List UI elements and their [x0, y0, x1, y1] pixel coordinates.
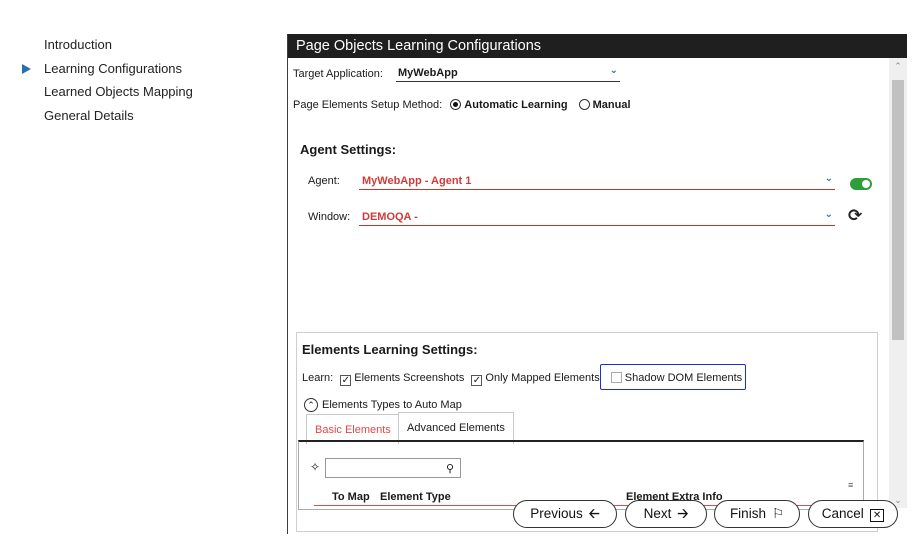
elements-screenshots-label[interactable]: Elements Screenshots	[354, 372, 464, 384]
configuration-panel: Page Objects Learning Configurations Tar…	[287, 34, 907, 534]
automatic-learning-radio[interactable]	[450, 99, 462, 110]
annotation-highlight	[600, 364, 746, 390]
only-mapped-elements-label[interactable]: Only Mapped Elements	[485, 372, 599, 384]
grid-menu-icon[interactable]: ≡	[848, 480, 853, 490]
automatic-learning-label[interactable]: Automatic Learning	[464, 99, 567, 111]
target-app-label: Target Application:	[293, 68, 383, 80]
nav-item-label: General Details	[44, 108, 134, 123]
nav-item-introduction[interactable]: Introduction	[0, 34, 280, 56]
agent-dropdown[interactable]: MyWebApp - Agent 1 ⌄	[359, 172, 835, 190]
setup-method-row: Page Elements Setup Method: Automatic Le…	[293, 99, 631, 111]
search-icon: ⚲	[445, 463, 454, 475]
chevron-down-icon: ⌄	[824, 173, 833, 184]
refresh-icon[interactable]: ⟳	[848, 206, 862, 226]
nav-item-general-details[interactable]: General Details	[0, 105, 280, 127]
window-label: Window:	[308, 211, 351, 223]
close-icon: ✕	[869, 509, 885, 522]
scrollbar-thumb[interactable]	[892, 80, 904, 340]
grid-header-to-map[interactable]: To Map	[332, 491, 370, 503]
nav-item-learning-configurations[interactable]: Learning Configurations	[0, 58, 280, 80]
previous-label: Previous	[530, 506, 583, 521]
collapse-chevron-icon[interactable]: ⌃	[304, 398, 318, 412]
cancel-button[interactable]: Cancel ✕	[808, 500, 898, 528]
chevron-down-icon: ⌄	[824, 209, 833, 220]
agent-settings-title: Agent Settings:	[300, 142, 397, 157]
scroll-up-icon[interactable]: ⌃	[889, 58, 907, 74]
arrow-left-icon: 🡠	[588, 506, 600, 521]
next-label: Next	[643, 506, 672, 521]
current-step-arrow-icon	[22, 64, 31, 74]
checkered-flag-icon: ⚐	[771, 506, 785, 521]
window-value: DEMOQA -	[362, 211, 418, 223]
cancel-label: Cancel	[821, 506, 864, 521]
elements-screenshots-checkbox[interactable]: ✓	[340, 375, 352, 386]
previous-button[interactable]: Previous 🡠	[513, 500, 617, 528]
panel-title: Page Objects Learning Configurations	[288, 34, 907, 58]
nav-item-label: Learned Objects Mapping	[44, 84, 193, 99]
search-input[interactable]: ⚲	[325, 458, 461, 478]
nav-item-label: Learning Configurations	[44, 61, 183, 76]
learn-label: Learn:	[302, 372, 334, 384]
finish-label: Finish	[729, 506, 766, 521]
nav-item-label: Introduction	[44, 37, 112, 52]
auto-map-row[interactable]: ⌃ Elements Types to Auto Map	[304, 398, 462, 412]
agent-value: MyWebApp - Agent 1	[362, 175, 472, 187]
finish-button[interactable]: Finish ⚐	[714, 500, 800, 528]
elements-learning-title: Elements Learning Settings:	[302, 342, 478, 357]
target-app-value: MyWebApp	[398, 67, 458, 79]
nav-item-learned-objects-mapping[interactable]: Learned Objects Mapping	[0, 81, 280, 103]
chevron-down-icon: ⌄	[609, 65, 618, 76]
manual-label[interactable]: Manual	[593, 99, 631, 111]
next-button[interactable]: Next 🡢	[625, 500, 707, 528]
only-mapped-elements-checkbox[interactable]: ✓	[471, 375, 483, 386]
vertical-scrollbar[interactable]: ⌃ ⌄	[889, 58, 907, 508]
grid-header-element-type[interactable]: Element Type	[380, 491, 451, 503]
arrow-right-icon: 🡢	[677, 506, 689, 521]
window-dropdown[interactable]: DEMOQA - ⌄	[359, 208, 835, 226]
wand-icon[interactable]: ✧	[310, 460, 320, 474]
target-app-dropdown[interactable]: MyWebApp ⌄	[396, 64, 620, 82]
agent-label: Agent:	[308, 175, 340, 187]
panel-scroll-area: Target Application: MyWebApp ⌄ Page Elem…	[288, 58, 889, 534]
auto-map-label: Elements Types to Auto Map	[322, 398, 462, 411]
manual-radio[interactable]	[578, 99, 590, 110]
agent-status-toggle[interactable]	[850, 178, 872, 190]
setup-method-label: Page Elements Setup Method:	[293, 99, 443, 111]
